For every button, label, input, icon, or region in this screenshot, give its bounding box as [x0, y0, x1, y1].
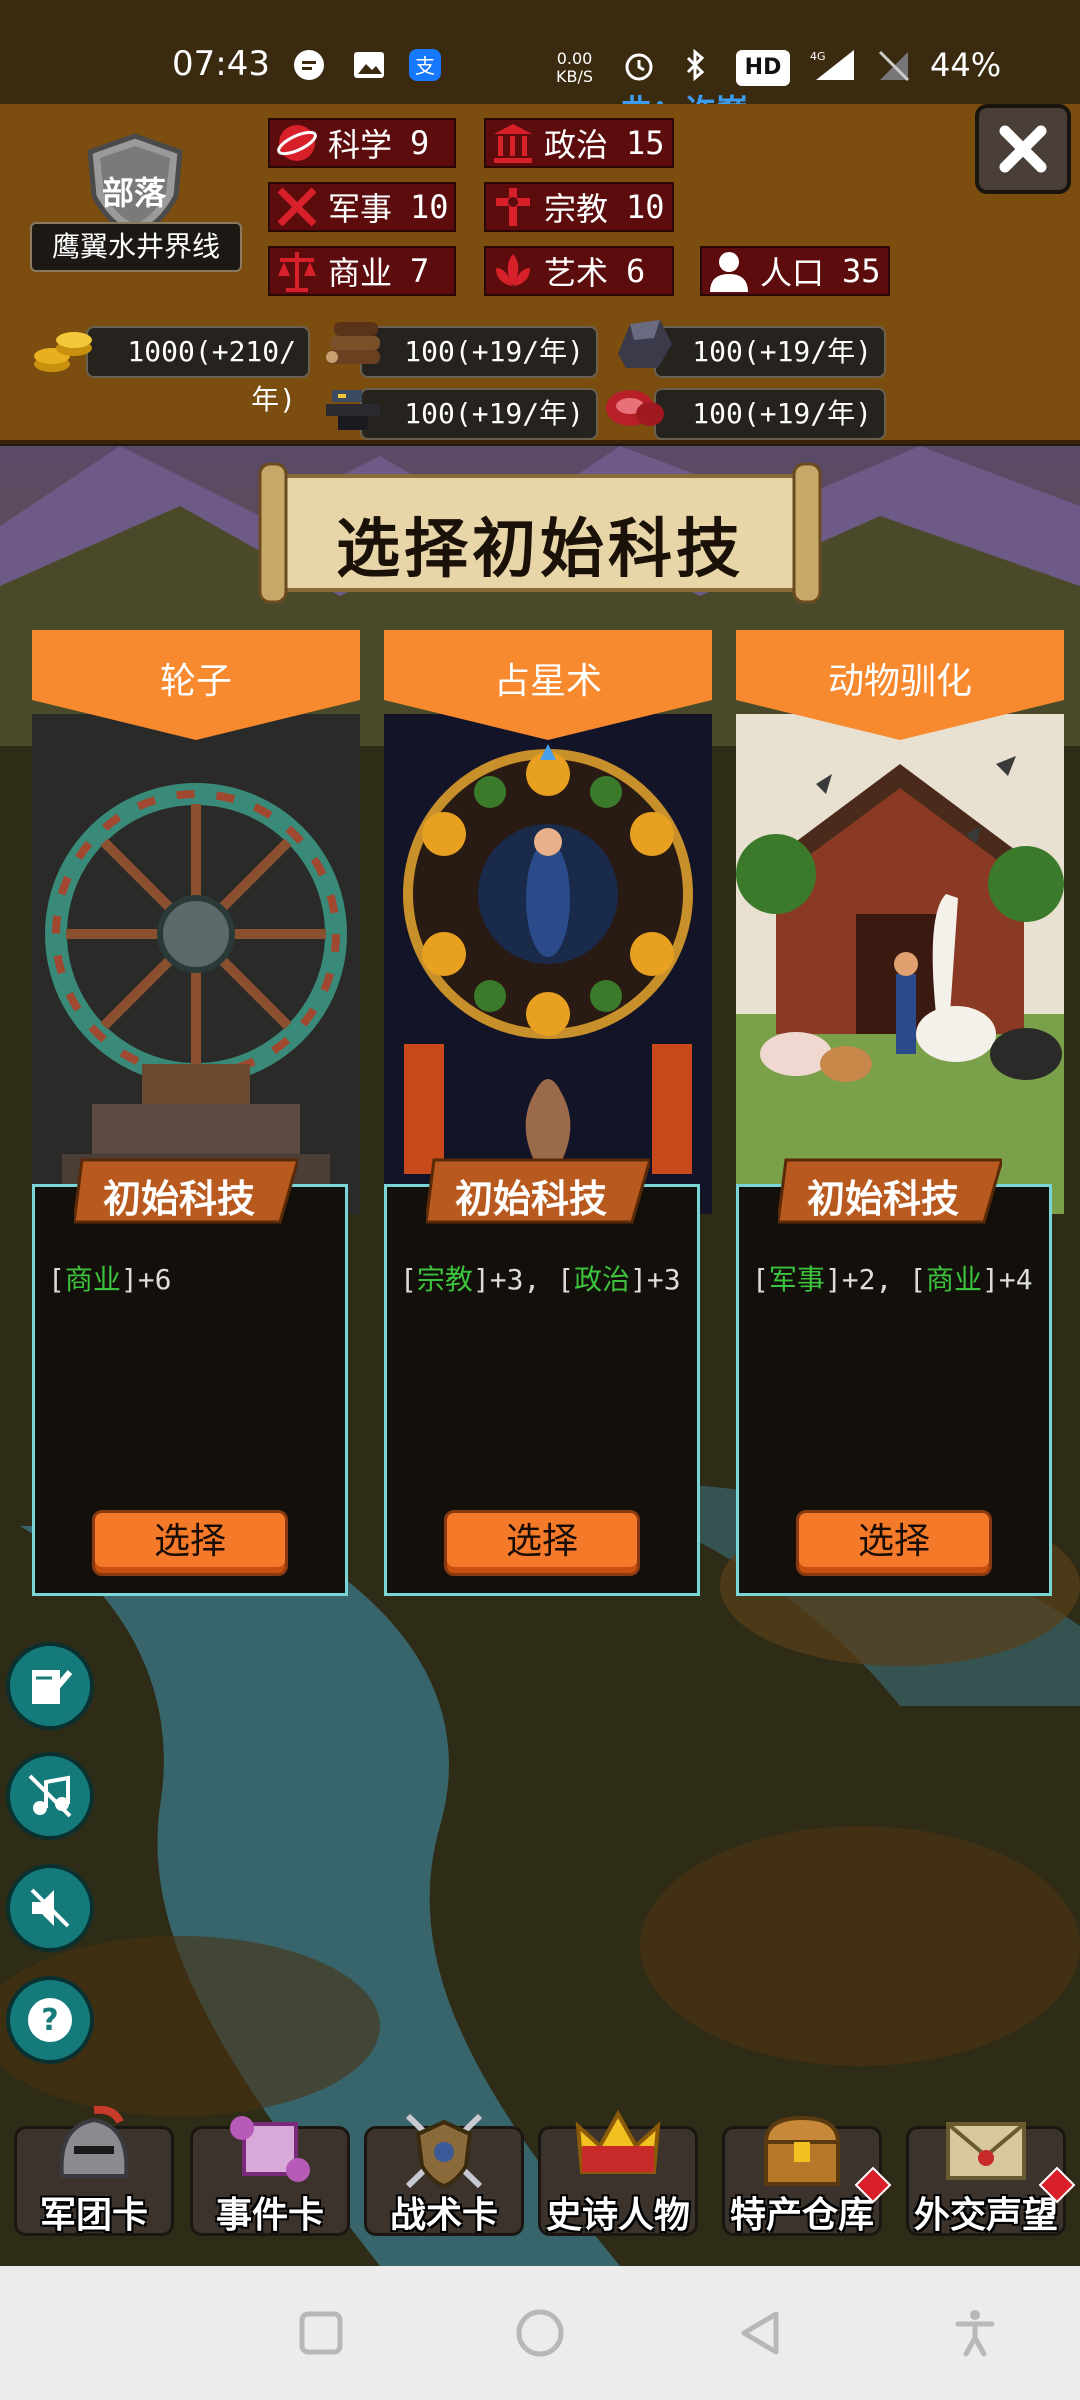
card-art-domestication — [736, 714, 1064, 1214]
stat-religion[interactable]: 宗教 10 — [484, 182, 674, 232]
menu-epic-figures[interactable]: 史诗人物 — [538, 2106, 698, 2236]
bluetooth-icon — [686, 48, 705, 82]
card-effect: [军事]+2, [商业]+4 — [752, 1263, 1033, 1296]
card-name: 占星术 — [493, 661, 602, 702]
art-icon — [496, 254, 530, 286]
help-icon: ? — [28, 1998, 72, 2042]
sound-off-icon — [30, 1888, 70, 1928]
recents-icon[interactable] — [294, 2306, 348, 2360]
home-icon[interactable] — [513, 2306, 567, 2360]
card-effect: [宗教]+3, [政治]+3 — [400, 1263, 681, 1296]
hd-badge: HD — [736, 50, 790, 86]
domestication-illustration — [736, 714, 1064, 1214]
menu-event-cards[interactable]: 事件卡 — [190, 2106, 350, 2236]
shield-swords-icon — [405, 2113, 483, 2189]
resource-stone[interactable]: 100(+19/年) — [654, 326, 886, 378]
svg-text:?: ? — [41, 2003, 58, 2038]
stat-politics[interactable]: 政治 15 — [484, 118, 674, 168]
alipay-icon: 支 — [409, 49, 441, 81]
helmet-icon — [59, 2106, 129, 2178]
card-art-wheel — [32, 714, 360, 1214]
close-icon — [999, 125, 1047, 173]
stone-ore-icon — [618, 320, 672, 368]
wood-logs-icon — [326, 322, 380, 364]
menu-legion-cards[interactable]: 军团卡 — [14, 2106, 174, 2236]
menu-diplomacy[interactable]: 外交声望 — [906, 2106, 1076, 2236]
tribe-name[interactable]: 鹰翼水井界线 — [30, 222, 242, 272]
wheel-illustration — [32, 714, 360, 1214]
select-button-domestication[interactable]: 选择 — [796, 1510, 992, 1576]
astrology-illustration — [384, 714, 712, 1214]
stat-commerce[interactable]: 商业 7 — [268, 246, 456, 296]
card-name: 轮子 — [159, 661, 232, 702]
science-icon — [277, 125, 317, 161]
card-tag: 初始科技 — [454, 1177, 607, 1221]
population-icon — [710, 252, 748, 292]
signal-4g-icon: 4G — [810, 50, 854, 80]
stat-military[interactable]: 军事 10 — [268, 182, 456, 232]
sound-toggle-button[interactable] — [6, 1864, 94, 1952]
menu-specialty-warehouse[interactable]: 特产仓库 — [722, 2106, 892, 2236]
select-button-astrology[interactable]: 选择 — [444, 1510, 640, 1576]
back-icon[interactable] — [734, 2306, 788, 2360]
tribe-rank: 部落 — [101, 174, 166, 212]
resource-wood[interactable]: 100(+19/年) — [360, 326, 598, 378]
politics-icon — [494, 124, 532, 163]
stat-art[interactable]: 艺术 6 — [484, 246, 674, 296]
accessibility-icon[interactable] — [948, 2306, 1002, 2360]
stat-science[interactable]: 科学 9 — [268, 118, 456, 168]
military-icon — [277, 187, 317, 227]
scroll-icon — [230, 2116, 310, 2182]
status-time: 07:43 — [172, 44, 270, 84]
commerce-icon — [278, 252, 316, 292]
no-sim-icon — [878, 50, 910, 82]
envelope-icon — [946, 2122, 1026, 2180]
crown-icon — [575, 2109, 661, 2174]
gold-coins-icon — [34, 332, 92, 372]
stat-population[interactable]: 人口 35 — [700, 246, 890, 296]
page-title: 选择初始科技 — [336, 513, 744, 587]
svg-text:支: 支 — [415, 54, 435, 78]
music-off-icon — [28, 1774, 72, 1818]
resource-gold[interactable]: 1000(+210/年) — [86, 326, 310, 416]
close-button[interactable] — [975, 104, 1071, 194]
edit-note-icon — [32, 1670, 73, 1704]
help-button[interactable]: ? — [6, 1976, 94, 2064]
svg-text:4G: 4G — [810, 50, 826, 63]
battery-level: 44% — [930, 46, 1002, 84]
alarm-icon — [625, 53, 653, 81]
iron-anvil-icon — [326, 390, 380, 430]
meat-icon — [606, 390, 664, 426]
card-tag: 初始科技 — [806, 1177, 959, 1221]
net-speed: 0.00 KB/S — [556, 49, 594, 86]
feedback-button[interactable] — [6, 1642, 94, 1730]
card-effect: [商业]+6 — [48, 1263, 172, 1296]
card-art-astrology — [384, 714, 712, 1214]
system-nav-bar — [0, 2266, 1080, 2400]
message-icon — [294, 50, 324, 80]
resource-meat[interactable]: 100(+19/年) — [654, 388, 886, 440]
card-name: 动物驯化 — [827, 661, 972, 702]
menu-tactic-cards[interactable]: 战术卡 — [364, 2106, 524, 2236]
music-toggle-button[interactable] — [6, 1752, 94, 1840]
bottom-menu: 军团卡 事件卡 战术卡 史诗人物 特产仓库 外交声望 — [0, 2086, 1080, 2266]
gallery-icon — [354, 52, 384, 78]
religion-icon — [496, 188, 530, 226]
resource-iron[interactable]: 100(+19/年) — [360, 388, 598, 440]
select-button-wheel[interactable]: 选择 — [92, 1510, 288, 1576]
status-bar: 07:43 支 0.00 KB/S HD 4G 44% — [0, 0, 1080, 104]
card-tag: 初始科技 — [102, 1177, 255, 1221]
treasure-chest-icon — [763, 2115, 841, 2186]
